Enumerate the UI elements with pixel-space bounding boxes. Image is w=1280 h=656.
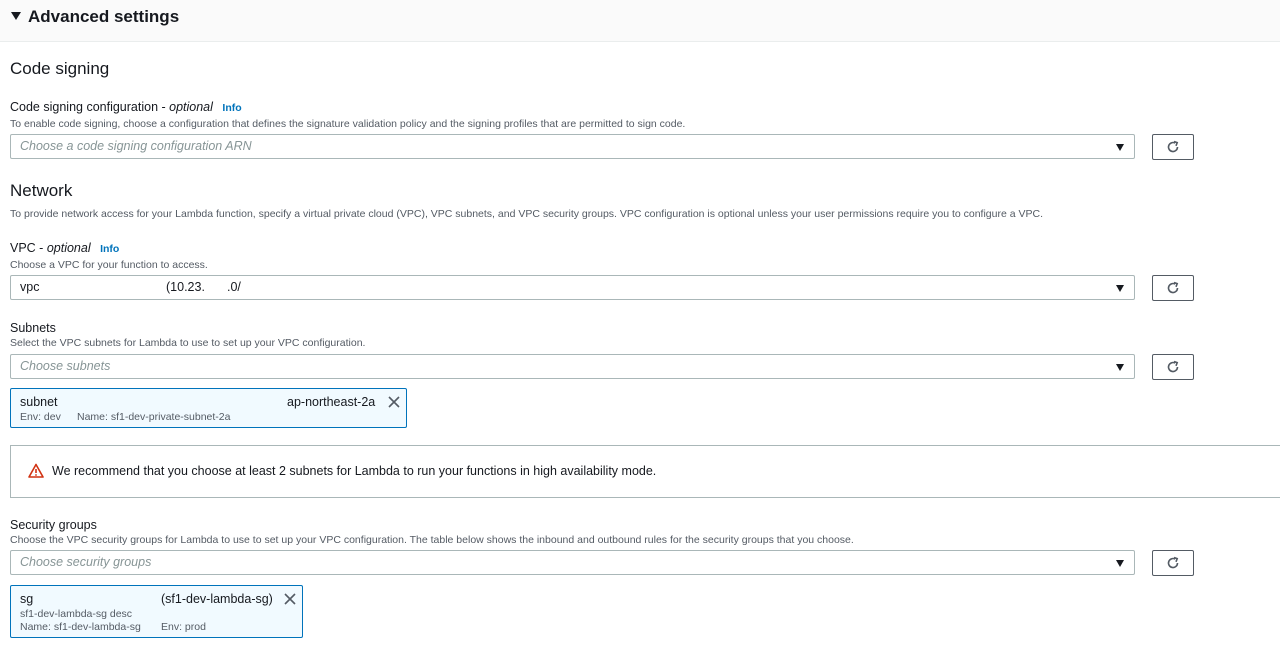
dropdown-arrow-icon [1116,285,1124,292]
vpc-value-cidr: (10.23. [166,280,205,294]
refresh-subnets-button[interactable] [1152,354,1194,380]
advanced-settings-header[interactable] [0,0,1280,42]
vpc-label: VPC - optional Info [10,240,119,257]
subnet-tag-name: Name: sf1-dev-private-subnet-2a [77,411,231,423]
advanced-settings-title[interactable]: Advanced settings [28,6,179,28]
optional-text: optional [169,100,213,114]
subnet-az: ap-northeast-2a [287,395,376,409]
subnet-token: subnet ap-northeast-2a Env: dev Name: sf… [10,388,407,428]
security-groups-label: Security groups [10,518,97,532]
info-link[interactable]: Info [222,102,241,114]
dropdown-arrow-icon [1116,364,1124,371]
remove-subnet-close-icon[interactable] [387,395,401,409]
dropdown-arrow-icon [1116,144,1124,151]
sg-id: sg [20,592,34,606]
network-desc: To provide network access for your Lambd… [10,208,1043,220]
code-signing-heading: Code signing [10,59,110,78]
security-groups-desc: Choose the VPC security groups for Lambd… [10,534,854,546]
info-link[interactable]: Info [100,243,119,255]
network-heading: Network [10,181,73,200]
code-signing-config-label: Code signing configuration - optional In… [10,99,242,116]
sg-description: sf1-dev-lambda-sg desc [20,608,133,620]
subnets-label: Subnets [10,321,56,335]
select-placeholder: Choose a code signing configuration ARN [20,139,252,153]
label-text: VPC - [10,241,47,255]
code-signing-config-select[interactable]: Choose a code signing configuration ARN [10,134,1135,159]
subnet-id: subnet [20,395,58,409]
refresh-security-groups-button[interactable] [1152,550,1194,576]
label-text: Code signing configuration - [10,100,170,114]
refresh-icon [1167,360,1179,373]
vpc-desc: Choose a VPC for your function to access… [10,259,208,271]
remove-sg-close-icon[interactable] [283,592,297,606]
refresh-icon [1167,281,1179,294]
code-signing-config-desc: To enable code signing, choose a configu… [10,118,686,130]
refresh-code-signing-button[interactable] [1152,134,1194,160]
warning-icon [28,463,44,478]
security-group-token: sg (sf1-dev-lambda-sg) sf1-dev-lambda-sg… [10,585,303,638]
select-placeholder: Choose security groups [20,555,152,569]
caret-down-icon[interactable] [11,12,21,20]
sg-name: (sf1-dev-lambda-sg) [161,592,273,606]
high-availability-warning: We recommend that you choose at least 2 … [10,445,1280,498]
security-groups-select[interactable]: Choose security groups [10,550,1135,575]
refresh-vpc-button[interactable] [1152,275,1194,301]
refresh-icon [1167,556,1179,569]
warning-text: We recommend that you choose at least 2 … [52,464,657,478]
refresh-icon [1167,140,1179,153]
vpc-value-cidr-tail: .0/ [227,280,241,294]
optional-text: optional [46,241,91,255]
vpc-value-id: vpc [20,280,40,294]
subnet-tag-env: Env: dev [20,411,61,423]
sg-tag-env: Env: prod [161,621,206,633]
dropdown-arrow-icon [1116,560,1124,567]
sg-tag-name: Name: sf1-dev-lambda-sg [20,621,141,633]
vpc-select[interactable]: vpc (10.23. .0/ [10,275,1135,300]
subnets-select[interactable]: Choose subnets [10,354,1135,379]
select-placeholder: Choose subnets [20,359,111,373]
subnets-desc: Select the VPC subnets for Lambda to use… [10,337,366,349]
